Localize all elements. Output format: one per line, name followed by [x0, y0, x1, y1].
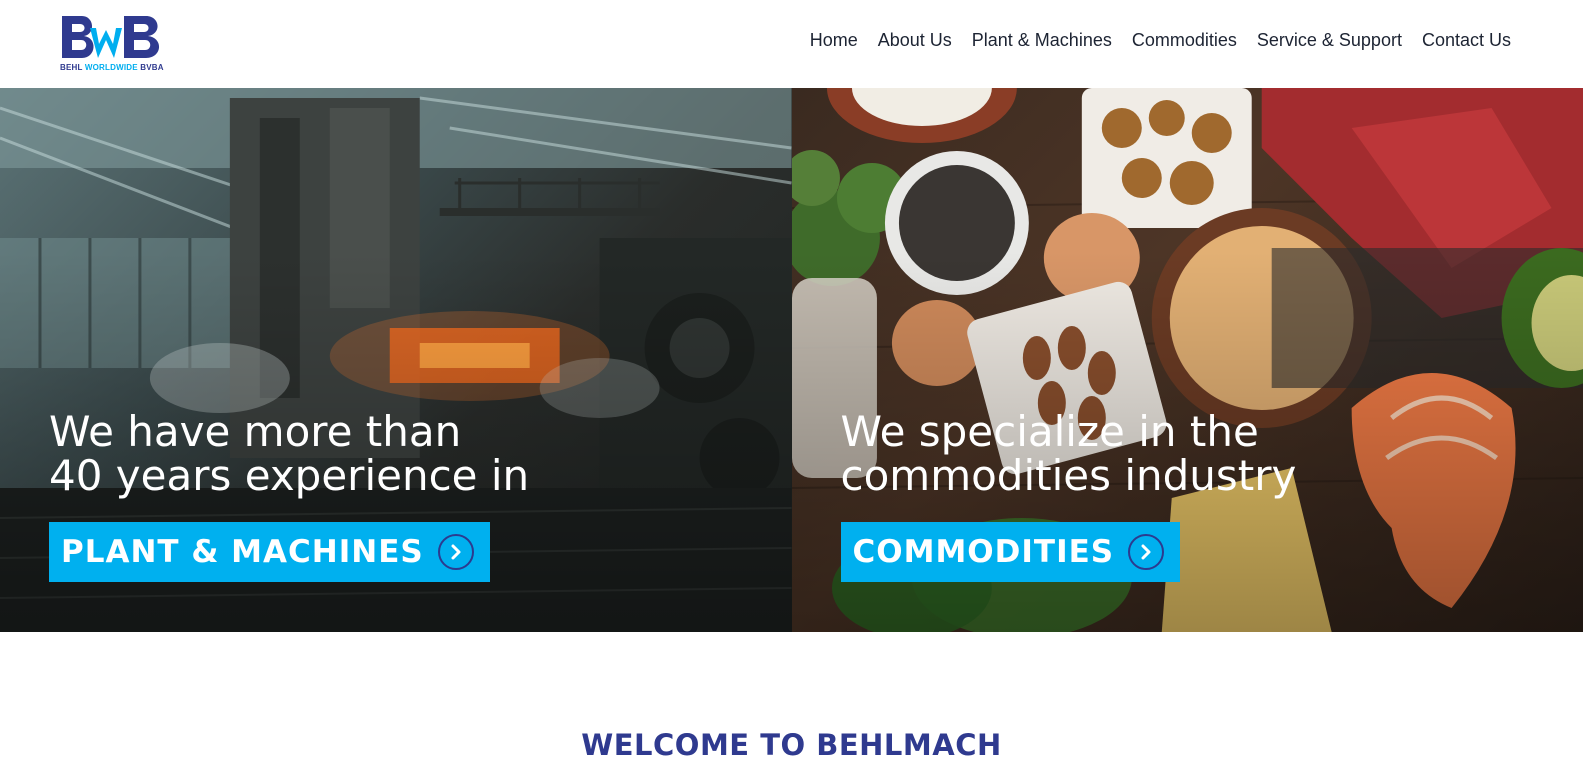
nav-contact-us[interactable]: Contact Us [1422, 30, 1511, 51]
brand-logo[interactable]: BEHL WORLDWIDE BVBA [60, 14, 164, 74]
hero-section: We have more than 40 years experience in… [0, 88, 1583, 632]
plant-machines-button-label: PLANT & MACHINES [61, 534, 424, 570]
brand-tagline: BEHL WORLDWIDE BVBA [60, 63, 164, 72]
commodities-headline: We specialize in the commodities industr… [841, 410, 1297, 498]
nav-service-support[interactable]: Service & Support [1257, 30, 1402, 51]
hero-panel-plant: We have more than 40 years experience in… [0, 88, 792, 632]
bwb-logo-mark [62, 16, 160, 58]
nav-about-us[interactable]: About Us [878, 30, 952, 51]
nav-plant-machines[interactable]: Plant & Machines [972, 30, 1112, 51]
hero-panel-commodities: We specialize in the commodities industr… [791, 88, 1583, 632]
chevron-right-circle-icon [1128, 534, 1165, 570]
commodities-headline-line2: commodities industry [840, 451, 1297, 500]
site-header: BEHL WORLDWIDE BVBA Home About Us Plant … [0, 0, 1583, 88]
nav-home[interactable]: Home [810, 30, 858, 51]
plant-headline: We have more than 40 years experience in [49, 410, 529, 498]
main-nav: Home About Us Plant & Machines Commoditi… [810, 30, 1511, 51]
nav-commodities[interactable]: Commodities [1132, 30, 1237, 51]
commodities-button-label: COMMODITIES [852, 534, 1115, 570]
tagline-behl: BEHL [60, 63, 83, 72]
tagline-bvba: BVBA [140, 63, 164, 72]
tagline-worldwide: WORLDWIDE [84, 63, 138, 72]
plant-machines-button[interactable]: PLANT & MACHINES [49, 522, 490, 582]
plant-headline-line1: We have more than [49, 407, 462, 456]
commodities-button[interactable]: COMMODITIES [840, 522, 1181, 582]
welcome-heading: WELCOME TO BEHLMACH [581, 728, 1002, 757]
plant-headline-line2: 40 years experience in [49, 451, 530, 500]
chevron-right-circle-icon [437, 534, 474, 570]
commodities-headline-line1: We specialize in the [840, 407, 1259, 456]
